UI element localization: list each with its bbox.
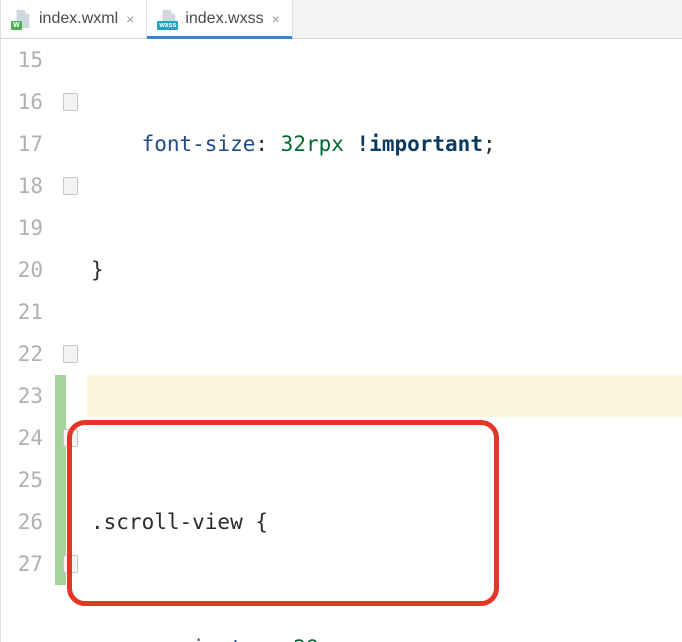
- fold-column: [55, 39, 87, 642]
- line-number: 23: [1, 375, 55, 417]
- fold-marker-close-icon[interactable]: [63, 345, 78, 363]
- line-number: 18: [1, 165, 55, 207]
- close-icon[interactable]: ×: [124, 10, 136, 28]
- vcs-change-marker: [55, 459, 66, 501]
- vcs-change-marker: [55, 375, 66, 417]
- file-icon: wxss: [157, 8, 179, 30]
- vcs-change-marker: [55, 501, 66, 543]
- tab-label: index.wxml: [39, 10, 118, 28]
- line-number: 26: [1, 501, 55, 543]
- code-line[interactable]: [87, 375, 682, 417]
- code-area[interactable]: 15 16 17 18 19 20 21 22 23 24 25 26 27: [1, 39, 682, 642]
- file-badge: W: [11, 21, 22, 30]
- line-number: 27: [1, 543, 55, 585]
- line-number: 22: [1, 333, 55, 375]
- line-number: 24: [1, 417, 55, 459]
- close-icon[interactable]: ×: [270, 10, 282, 28]
- line-number-gutter: 15 16 17 18 19 20 21 22 23 24 25 26 27: [1, 39, 55, 642]
- tab-bar: W index.wxml × wxss index.wxss ×: [1, 0, 682, 39]
- line-number: 25: [1, 459, 55, 501]
- line-number: 16: [1, 81, 55, 123]
- file-badge: wxss: [157, 21, 178, 30]
- code-text[interactable]: font-size: 32rpx !important; } .scroll-v…: [87, 39, 682, 642]
- line-number: 15: [1, 39, 55, 81]
- code-line[interactable]: }: [87, 249, 682, 291]
- line-number: 21: [1, 291, 55, 333]
- fold-marker-open-icon[interactable]: [63, 177, 78, 195]
- tab-index-wxss[interactable]: wxss index.wxss ×: [147, 0, 292, 38]
- code-line[interactable]: font-size: 32rpx !important;: [87, 123, 682, 165]
- code-line[interactable]: margin-top: 28rpx;: [87, 627, 682, 642]
- line-number: 19: [1, 207, 55, 249]
- line-number: 17: [1, 123, 55, 165]
- fold-marker-close-icon[interactable]: [63, 555, 78, 573]
- file-icon: W: [11, 8, 33, 30]
- editor-root: W index.wxml × wxss index.wxss × 15 16 1…: [0, 0, 682, 642]
- line-number: 20: [1, 249, 55, 291]
- tab-label: index.wxss: [185, 10, 263, 28]
- code-line[interactable]: .scroll-view {: [87, 501, 682, 543]
- tab-index-wxml[interactable]: W index.wxml ×: [1, 0, 147, 38]
- fold-marker-open-icon[interactable]: [63, 429, 78, 447]
- tab-bar-empty: [293, 0, 682, 39]
- fold-marker-close-icon[interactable]: [63, 93, 78, 111]
